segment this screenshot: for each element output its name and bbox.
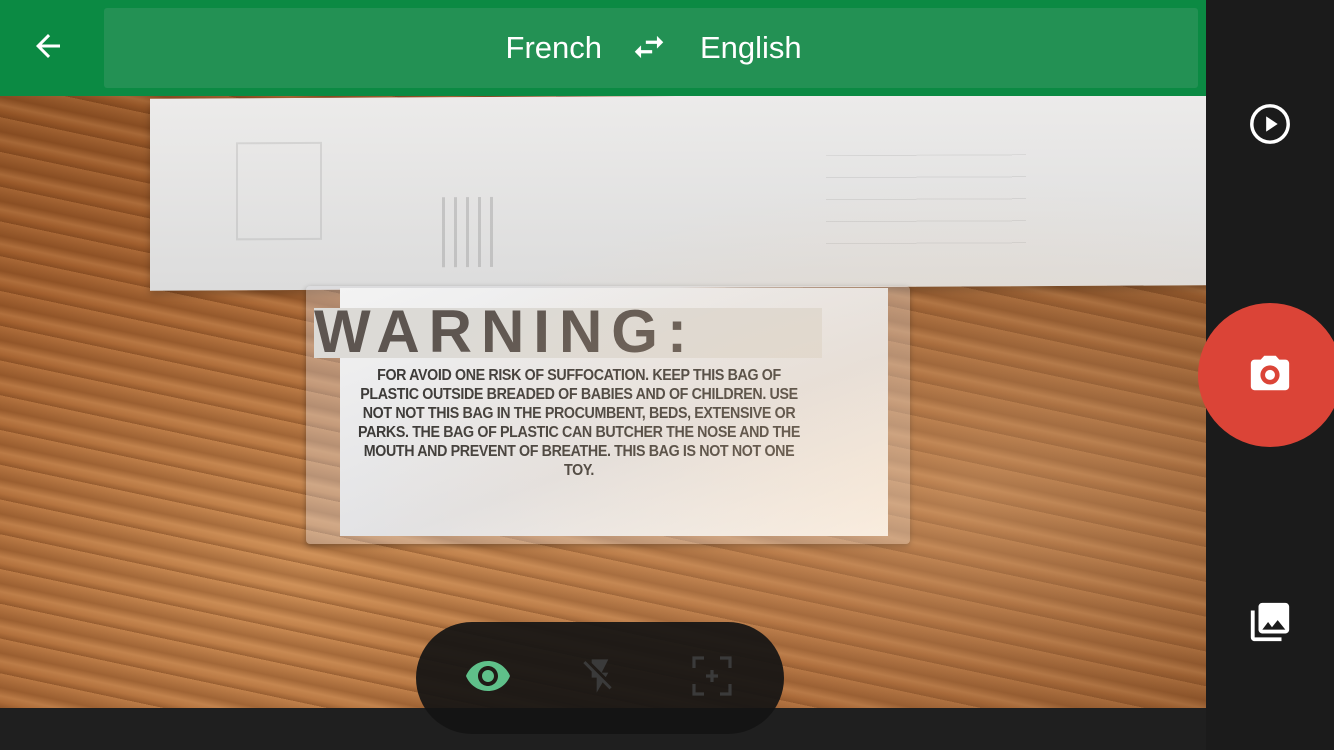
swap-arrows-icon xyxy=(630,28,668,71)
envelope-lines xyxy=(826,154,1026,246)
camera-viewport[interactable]: WARNING: FOR AVOID ONE RISK OF SUFFOCATI… xyxy=(0,0,1206,708)
camera-toolbar xyxy=(416,622,784,734)
warning-title: WARNING: xyxy=(314,298,696,365)
top-bar: French English xyxy=(0,0,1206,96)
envelope-stamp xyxy=(236,141,322,241)
language-bar: French English xyxy=(104,8,1198,88)
flash-off-icon xyxy=(580,656,620,701)
target-language-button[interactable]: English xyxy=(700,30,802,66)
focus-button[interactable] xyxy=(686,652,738,704)
envelope xyxy=(150,93,1206,291)
play-button[interactable] xyxy=(1244,100,1296,152)
envelope-barcode xyxy=(442,196,502,268)
camera-icon xyxy=(1247,350,1293,401)
warning-body-text: FOR AVOID ONE RISK OF SUFFOCATION. KEEP … xyxy=(357,367,801,479)
gallery-button[interactable] xyxy=(1244,598,1296,650)
back-button[interactable] xyxy=(18,18,78,78)
play-circle-icon xyxy=(1247,101,1293,152)
shutter-button[interactable] xyxy=(1198,303,1334,447)
eye-toggle-button[interactable] xyxy=(462,652,514,704)
flash-button[interactable] xyxy=(574,652,626,704)
swap-languages-button[interactable] xyxy=(624,28,674,70)
source-language-button[interactable]: French xyxy=(506,30,602,66)
arrow-left-icon xyxy=(30,28,66,69)
focus-frame-icon xyxy=(688,652,736,705)
gallery-icon xyxy=(1247,599,1293,650)
eye-icon xyxy=(464,652,512,705)
